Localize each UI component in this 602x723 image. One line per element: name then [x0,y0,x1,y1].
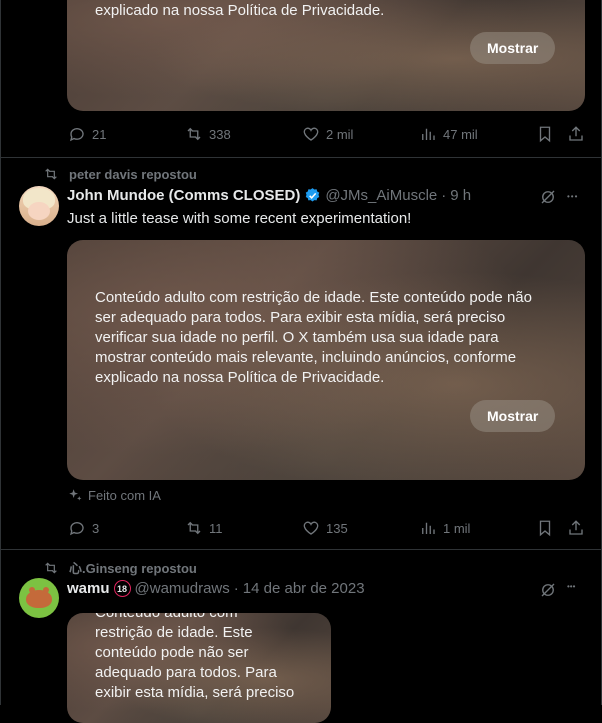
grok-icon [541,190,555,204]
post-1[interactable]: explicado na nossa Política de Privacida… [0,0,602,157]
bookmark-button[interactable] [536,519,554,541]
more-icon: ••• [567,582,576,591]
share-icon [569,126,583,141]
repost-action[interactable]: 11 [185,519,223,537]
reply-count: 21 [92,126,107,142]
share-icon [569,520,583,535]
views-action[interactable]: 47 mil [419,125,478,143]
views-count: 47 mil [443,126,478,142]
show-media-button[interactable]: Mostrar [470,32,556,64]
repost-icon [187,521,201,535]
repost-action[interactable]: 338 [185,125,231,143]
reply-icon [69,128,84,142]
post-time[interactable]: 14 de abr de 2023 [243,580,365,597]
sensitive-media-text: explicado na nossa Política de Privacida… [95,2,385,19]
media-text-line: conteúdo pode não ser [95,644,249,661]
avatar[interactable] [19,578,59,618]
grok-button[interactable] [539,188,557,210]
repost-icon [45,168,57,180]
bookmark-button[interactable] [536,125,554,147]
sensitive-media-card: Conteúdo adulto com restrição de idade. … [67,240,585,480]
heart-icon [303,521,319,535]
more-options-button[interactable]: ••• [567,186,578,207]
media-text-line: exibir esta mídia, será preciso [95,684,295,701]
author-handle[interactable]: @wamudraws [135,580,230,597]
adult-badge-text: 18 [117,583,128,594]
reply-action[interactable]: 3 [68,519,99,537]
adult-18-badge: 18 [113,580,131,597]
repost-icon [187,127,201,141]
media-text-line: Conteúdo adulto com [95,613,294,623]
reposted-by-label[interactable]: 心.Ginseng repostou [69,558,197,577]
sensitive-media-card: explicado na nossa Política de Privacida… [67,0,585,111]
verified-badge-icon [304,187,321,204]
bookmark-icon [539,126,551,143]
reposted-by-label[interactable]: peter davis repostou [69,167,197,182]
show-media-button[interactable]: Mostrar [470,400,556,432]
post-3[interactable]: 心.Ginseng repostou wamu 18 @wamudraws · … [0,550,602,723]
like-action[interactable]: 135 [302,519,348,537]
share-button[interactable] [567,519,585,541]
heart-icon [303,127,319,141]
post-text: Just a little tease with some recent exp… [67,210,412,227]
post-2[interactable]: peter davis repostou John Mundoe (Comms … [0,158,602,549]
views-icon [422,522,435,534]
share-button[interactable] [567,125,585,147]
grok-button[interactable] [539,581,557,603]
views-count: 1 mil [443,520,471,536]
ai-generated-label: Feito com IA [68,488,161,503]
reply-action[interactable]: 21 [68,125,106,143]
media-text-line: adequado para todos. Para [95,664,277,681]
separator-dot: · [441,187,447,204]
separator-dot: · [233,580,239,597]
avatar[interactable] [19,186,59,226]
repost-context: 心.Ginseng repostou [43,558,197,577]
sensitive-media-card: Conteúdo adulto com restrição de idade. … [67,613,331,723]
media-text-line: mostrar conteúdo mais relevante, incluin… [95,349,517,366]
like-count: 2 mil [326,126,354,142]
like-count: 135 [326,520,348,536]
media-text-line: ser adequado para todos. Para exibir est… [95,309,506,326]
author-name[interactable]: John Mundoe (Comms CLOSED) [67,187,300,204]
repost-count: 11 [209,520,223,536]
repost-count: 338 [209,126,231,142]
reply-count: 3 [92,520,100,536]
media-text-line: explicado na nossa Política de Privacida… [95,369,385,386]
ai-label-text: Feito com IA [88,488,161,503]
reply-icon [69,522,84,536]
author-row: John Mundoe (Comms CLOSED) @JMs_AiMuscle… [67,187,471,204]
media-text-line: verificar sua idade no perfil. O X també… [95,329,499,346]
grok-icon [541,583,555,597]
sparkle-icon [69,489,82,501]
views-icon [422,128,435,140]
post-time[interactable]: 9 h [450,187,471,204]
author-row: wamu 18 @wamudraws · 14 de abr de 2023 [67,580,365,597]
author-handle[interactable]: @JMs_AiMuscle [325,187,437,204]
repost-context: peter davis repostou [43,166,197,182]
like-action[interactable]: 2 mil [302,125,353,143]
author-name[interactable]: wamu [67,580,110,597]
media-text-line: Conteúdo adulto com restrição de idade. … [95,289,532,306]
more-options-button[interactable]: ••• [567,579,575,596]
more-icon: ••• [567,192,579,201]
bookmark-icon [539,520,551,537]
views-action[interactable]: 1 mil [419,519,470,537]
media-text-line: restrição de idade. Este [95,624,253,641]
sensitive-media-text: Conteúdo adulto com restrição de idade. … [95,613,294,703]
repost-icon [45,561,57,574]
sensitive-media-text: Conteúdo adulto com restrição de idade. … [95,288,532,388]
